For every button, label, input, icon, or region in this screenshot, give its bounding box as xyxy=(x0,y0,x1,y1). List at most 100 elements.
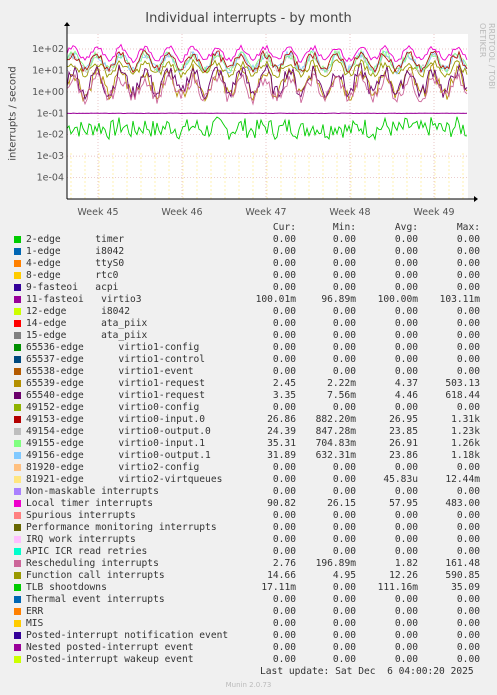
legend-value-max: 483.00 xyxy=(445,498,480,509)
legend-value-max: 35.09 xyxy=(451,582,480,593)
legend-value-min: 0.00 xyxy=(332,522,356,533)
legend-value-max: 103.11m xyxy=(439,294,480,305)
legend-swatch xyxy=(14,416,21,423)
legend-row: 65537-edge virtio1-control 0.00 0.00 0.00 0.… xyxy=(0,354,497,366)
legend-value-max: 0.00 xyxy=(456,354,480,365)
legend-swatch xyxy=(14,632,21,639)
legend-swatch xyxy=(14,380,21,387)
legend-swatch xyxy=(14,464,21,471)
legend-value-max: 0.00 xyxy=(456,342,480,353)
legend-row: Thermal event interrupts 0.00 0.00 0.00 0.00 xyxy=(0,594,497,606)
legend-row: 81920-edge virtio2-config 0.00 0.00 0.00 0.0… xyxy=(0,462,497,474)
legend-swatch xyxy=(14,248,21,255)
legend-swatch xyxy=(14,572,21,579)
legend-value-avg: 0.00 xyxy=(394,270,418,281)
legend-value-avg: 0.00 xyxy=(394,510,418,521)
legend-value-min: 0.00 xyxy=(332,534,356,545)
legend-value-min: 196.89m xyxy=(315,558,356,569)
legend-value-max: 0.00 xyxy=(456,642,480,653)
legend-series-name: 14-edge ata_piix xyxy=(26,318,148,329)
legend-series-name: 65540-edge virtio1-request xyxy=(26,390,206,401)
legend-value-avg: 0.00 xyxy=(394,342,418,353)
legend-row: 65540-edge virtio1-request 3.35 7.56m 4.46 6… xyxy=(0,390,497,402)
legend-series-name: Rescheduling interrupts xyxy=(26,558,159,569)
legend-row: ERR 0.00 0.00 0.00 0.00 xyxy=(0,606,497,618)
legend-value-avg: 45.83u xyxy=(383,474,418,485)
legend-value-max: 161.48 xyxy=(445,558,480,569)
legend-row: 81921-edge virtio2-virtqueues 0.00 0.00 45.… xyxy=(0,474,497,486)
legend-row: IRQ work interrupts 0.00 0.00 0.00 0.00 xyxy=(0,534,497,546)
x-axis-arrow xyxy=(474,196,478,202)
munin-version: Munin 2.0.73 xyxy=(225,681,272,689)
legend-swatch xyxy=(14,524,21,531)
legend-swatch xyxy=(14,368,21,375)
legend-value-avg: 0.00 xyxy=(394,594,418,605)
legend-swatch xyxy=(14,656,21,663)
legend-value-avg: 4.46 xyxy=(394,390,418,401)
legend-value-min: 0.00 xyxy=(332,354,356,365)
legend-value-max: 0.00 xyxy=(456,282,480,293)
legend-value-min: 0.00 xyxy=(332,618,356,629)
legend-value-min: 26.15 xyxy=(327,498,356,509)
legend-value-min: 0.00 xyxy=(332,366,356,377)
legend-swatch xyxy=(14,488,21,495)
legend-series-name: 4-edge ttyS0 xyxy=(26,258,125,269)
legend-value-min: 4.95 xyxy=(332,570,356,581)
legend-row: Spurious interrupts 0.00 0.00 0.00 0.00 xyxy=(0,510,497,522)
legend-swatch xyxy=(14,272,21,279)
legend-series-name: 49155-edge virtio0-input.1 xyxy=(26,438,206,449)
legend-value-avg: 12.26 xyxy=(389,570,418,581)
legend-swatch xyxy=(14,596,21,603)
legend-value-avg: 0.00 xyxy=(394,366,418,377)
legend-header: Cur: Min: Avg: Max: xyxy=(0,222,497,234)
legend-swatch xyxy=(14,560,21,567)
legend-row: MIS 0.00 0.00 0.00 0.00 xyxy=(0,618,497,630)
y-tick-label: 1e+01 xyxy=(32,65,64,76)
legend-value-avg: 0.00 xyxy=(394,546,418,557)
legend-series-name: MIS xyxy=(26,618,44,629)
legend-value-avg: 0.00 xyxy=(394,330,418,341)
legend-series-name: Local timer interrupts xyxy=(26,498,154,509)
legend-row: Nested posted-interrupt event 0.00 0.00 0.0… xyxy=(0,642,497,654)
legend-value-min: 847.28m xyxy=(315,426,356,437)
legend-value-avg: 0.00 xyxy=(394,354,418,365)
legend-value-avg: 0.00 xyxy=(394,534,418,545)
legend-series-name: 49154-edge virtio0-output.0 xyxy=(26,426,211,437)
x-tick-label: Week 48 xyxy=(329,207,370,218)
plot-area: 1e-04 1e-03 1e-02 1e-01 1e+00 1e+01 1e+02 Week … xyxy=(32,22,478,218)
legend-value-min: 0.00 xyxy=(332,342,356,353)
legend-value-max: 12.44m xyxy=(445,474,480,485)
legend-swatch xyxy=(14,620,21,627)
legend-value-max: 0.00 xyxy=(456,618,480,629)
legend-row: APIC ICR read retries 0.00 0.00 0.00 0.00 xyxy=(0,546,497,558)
legend-row: 9-fasteoi acpi 0.00 0.00 0.00 0.00 xyxy=(0,282,497,294)
legend-swatch xyxy=(14,584,21,591)
legend-value-min: 0.00 xyxy=(332,582,356,593)
legend-value-max: 1.31k xyxy=(451,414,480,425)
legend-value-max: 0.00 xyxy=(456,330,480,341)
legend-swatch xyxy=(14,548,21,555)
y-axis-arrow xyxy=(64,22,70,26)
legend-value-min: 0.00 xyxy=(332,402,356,413)
legend-swatch xyxy=(14,308,21,315)
legend-value-max: 0.00 xyxy=(456,606,480,617)
legend-value-max: 0.00 xyxy=(456,594,480,605)
legend-series-name: 49156-edge virtio0-output.1 xyxy=(26,450,211,461)
y-tick-label: 1e-01 xyxy=(37,108,64,119)
legend-value-avg: 111.16m xyxy=(377,582,418,593)
legend-value-max: 0.00 xyxy=(456,462,480,473)
legend-value-avg: 0.00 xyxy=(394,462,418,473)
legend-value-avg: 0.00 xyxy=(394,318,418,329)
legend-swatch xyxy=(14,356,21,363)
legend-value-max: 0.00 xyxy=(456,318,480,329)
legend-value-max: 0.00 xyxy=(456,258,480,269)
legend-value-min: 0.00 xyxy=(332,462,356,473)
legend-series-name: 9-fasteoi acpi xyxy=(26,282,119,293)
legend-value-max: 590.85 xyxy=(445,570,480,581)
legend-series-name: 12-edge i8042 xyxy=(26,306,130,317)
legend-swatch xyxy=(14,284,21,291)
legend-row: 49156-edge virtio0-output.1 31.89 632.31m 2… xyxy=(0,450,497,462)
legend-swatch xyxy=(14,332,21,339)
legend-value-min: 0.00 xyxy=(332,258,356,269)
legend-series-name: Posted-interrupt wakeup event xyxy=(26,654,194,665)
